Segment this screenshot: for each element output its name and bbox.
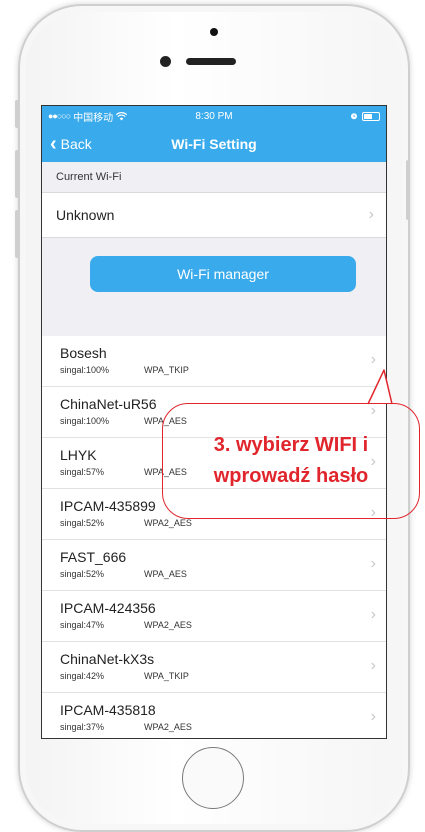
annotation-text: 3. wybierz WIFI i wprowadź hasło xyxy=(214,430,368,492)
annotation-line-2: wprowadź hasło xyxy=(213,465,369,487)
annotation-callout: 3. wybierz WIFI i wprowadź hasło xyxy=(162,403,420,519)
annotation-line-1: 3. wybierz WIFI i xyxy=(213,434,369,456)
